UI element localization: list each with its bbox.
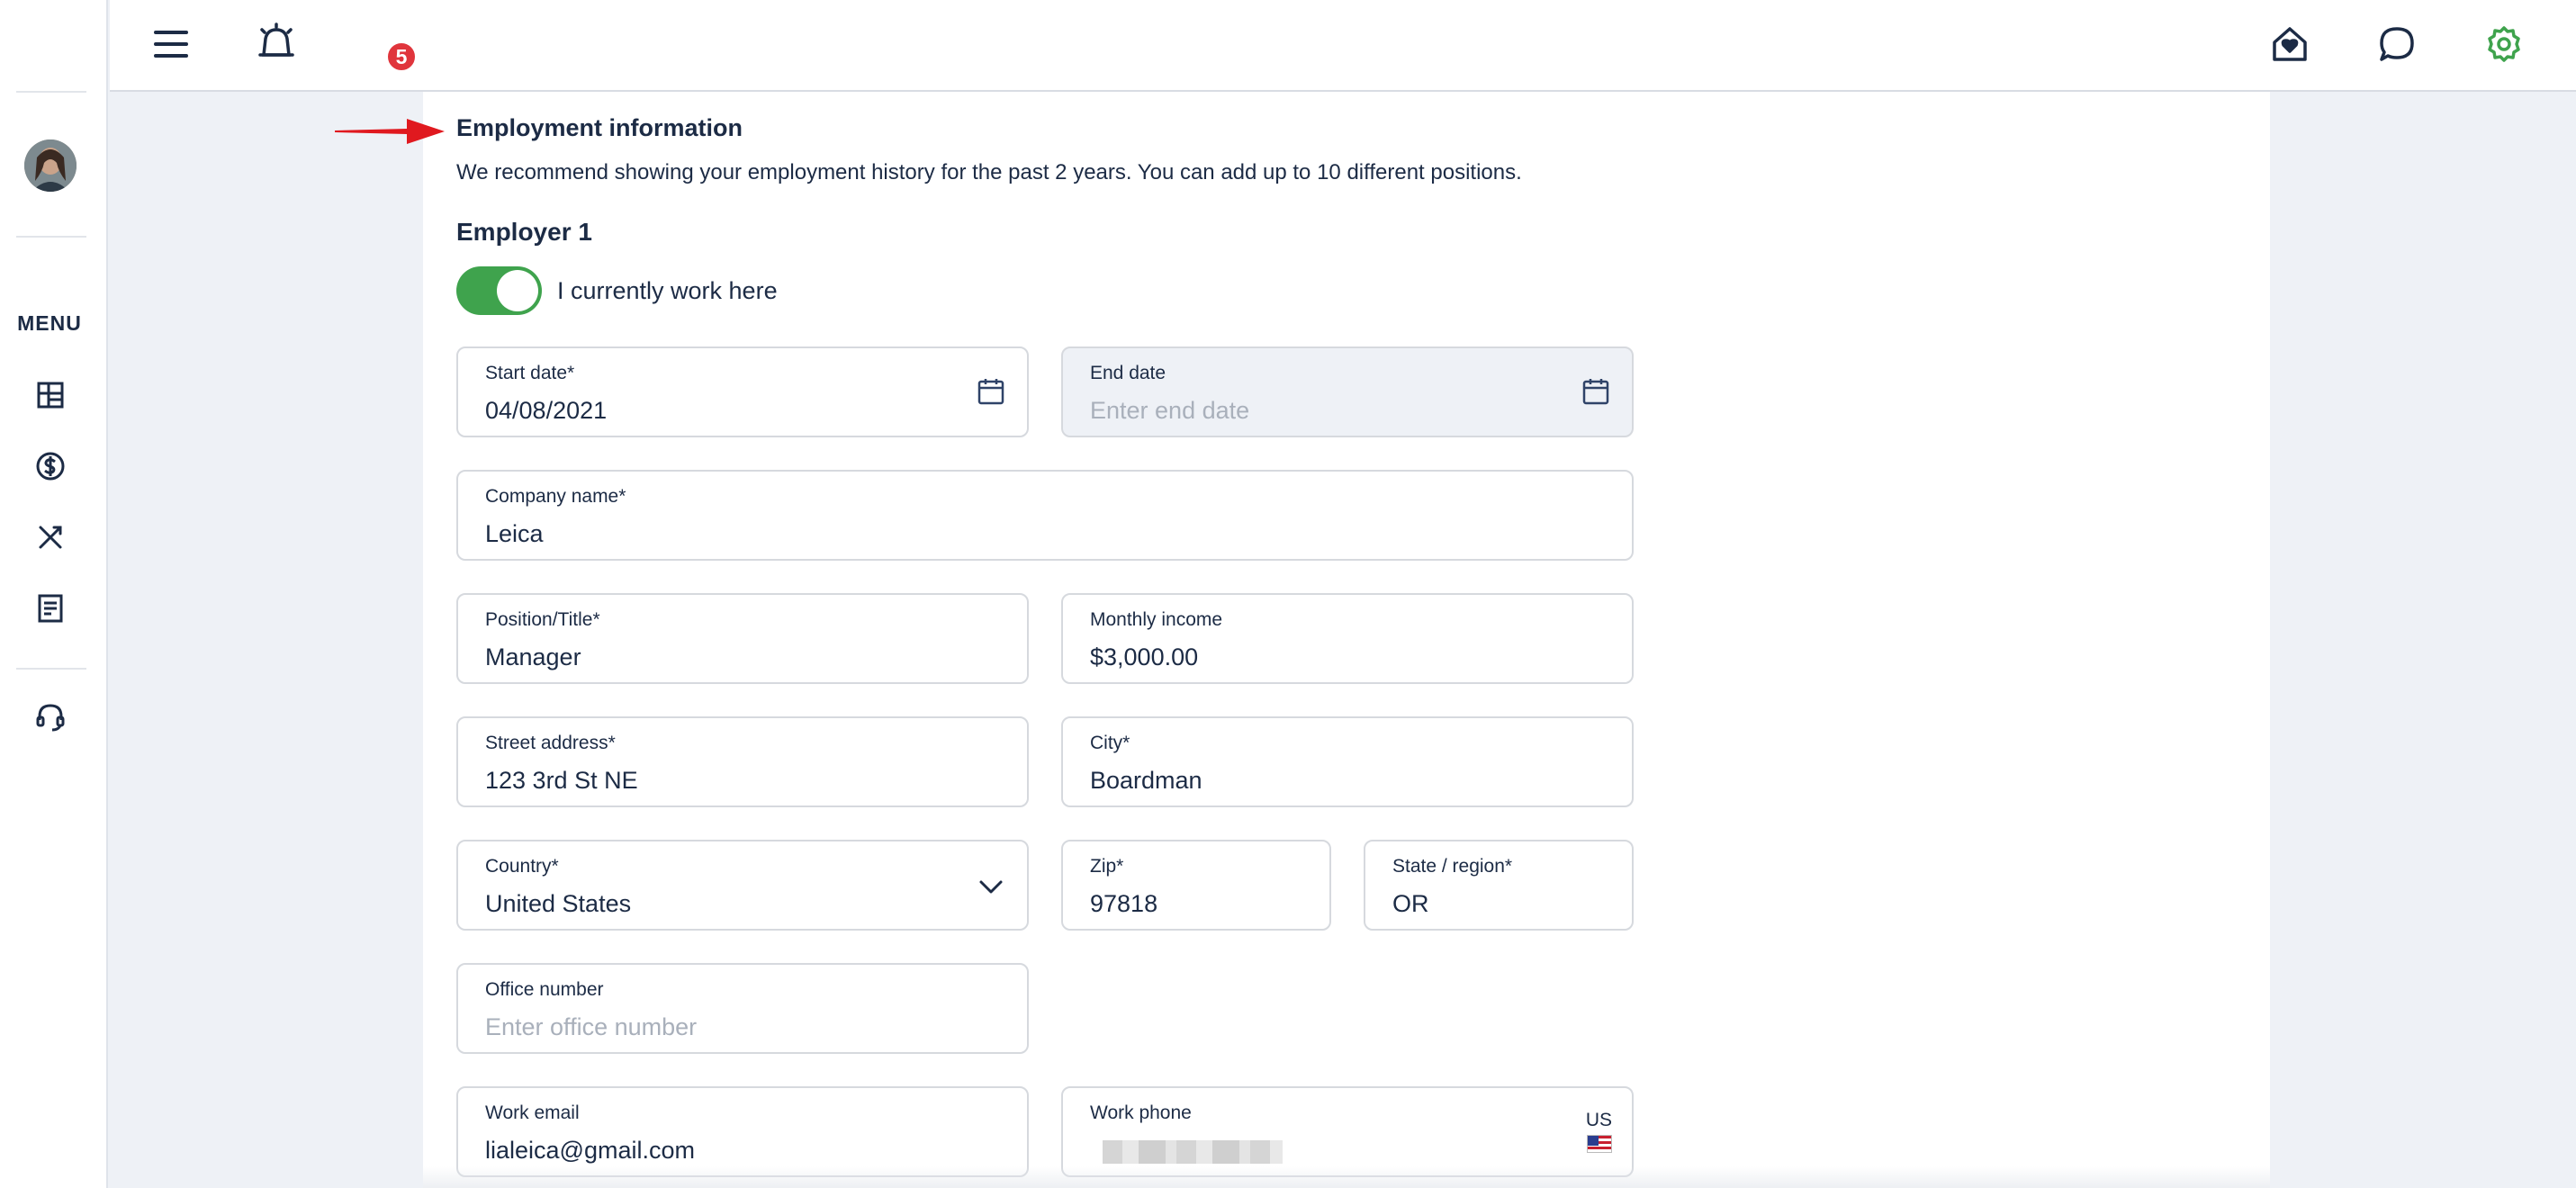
section-description: We recommend showing your employment his…: [456, 160, 1522, 184]
zip-value: 97818: [1090, 890, 1158, 917]
employer-title: Employer 1: [456, 218, 592, 246]
support-headset-icon[interactable]: [33, 700, 68, 734]
country-select[interactable]: Country* United States: [456, 840, 1029, 931]
redacted-phone-value: [1103, 1140, 1283, 1164]
dashboard-icon[interactable]: [33, 378, 68, 412]
street-address-value: 123 3rd St NE: [485, 767, 638, 794]
settings-gear-icon[interactable]: [2481, 22, 2526, 67]
monthly-income-value: $3,000.00: [1090, 644, 1199, 670]
hamburger-menu-icon[interactable]: [150, 23, 192, 65]
document-icon[interactable]: [33, 591, 68, 626]
work-email-field[interactable]: Work email lialeica@gmail.com: [456, 1086, 1029, 1177]
toggle-knob: [497, 270, 538, 311]
notification-count-badge: 5: [386, 41, 417, 72]
us-flag-icon[interactable]: [1587, 1135, 1612, 1153]
home-heart-icon[interactable]: [2267, 22, 2312, 67]
work-phone-label: Work phone: [1090, 1102, 1192, 1123]
end-date-field[interactable]: End date Enter end date: [1061, 346, 1634, 437]
company-name-label: Company name*: [485, 486, 626, 507]
position-title-field[interactable]: Position/Title* Manager: [456, 593, 1029, 684]
currently-work-here-label: I currently work here: [557, 277, 778, 304]
alarm-bell-icon[interactable]: [254, 20, 299, 65]
country-code-label[interactable]: US: [1586, 1110, 1612, 1131]
city-label: City*: [1090, 733, 1130, 753]
position-title-value: Manager: [485, 644, 581, 670]
company-name-field[interactable]: Company name* Leica: [456, 470, 1634, 561]
top-bar: 5: [110, 0, 2576, 92]
work-email-label: Work email: [485, 1102, 580, 1123]
state-region-field[interactable]: State / region* OR: [1364, 840, 1634, 931]
chevron-down-icon[interactable]: [975, 870, 1007, 903]
menu-label: MENU: [17, 311, 82, 335]
state-region-value: OR: [1392, 890, 1429, 917]
work-email-value: lialeica@gmail.com: [485, 1137, 695, 1164]
work-phone-field[interactable]: Work phone US: [1061, 1086, 1634, 1177]
start-date-value: 04/08/2021: [485, 397, 608, 424]
currently-work-here-toggle[interactable]: [456, 266, 542, 315]
right-background-panel: [2270, 92, 2576, 1188]
sidebar-divider: [16, 668, 86, 670]
calendar-icon[interactable]: [975, 375, 1007, 408]
red-arrow-annotation: [335, 113, 445, 154]
start-date-label: Start date*: [485, 363, 575, 383]
avatar[interactable]: [24, 140, 77, 192]
country-value: United States: [485, 890, 632, 917]
tools-icon[interactable]: [33, 520, 68, 554]
end-date-label: End date: [1090, 363, 1166, 383]
zip-label: Zip*: [1090, 856, 1124, 877]
sidebar-divider: [16, 236, 86, 238]
office-number-placeholder: Enter office number: [485, 1013, 698, 1040]
sidebar-divider: [16, 91, 86, 93]
sidebar: MENU: [0, 0, 108, 1188]
section-title: Employment information: [456, 114, 743, 141]
bottom-fade: [423, 1166, 2270, 1188]
start-date-field[interactable]: Start date* 04/08/2021: [456, 346, 1029, 437]
dollar-icon[interactable]: [33, 449, 68, 483]
street-address-field[interactable]: Street address* 123 3rd St NE: [456, 716, 1029, 807]
office-number-label: Office number: [485, 979, 604, 1000]
country-label: Country*: [485, 856, 559, 877]
monthly-income-field[interactable]: Monthly income $3,000.00: [1061, 593, 1634, 684]
office-number-field[interactable]: Office number Enter office number: [456, 963, 1029, 1054]
street-address-label: Street address*: [485, 733, 616, 753]
zip-field[interactable]: Zip* 97818: [1061, 840, 1331, 931]
monthly-income-label: Monthly income: [1090, 609, 1223, 630]
city-value: Boardman: [1090, 767, 1202, 794]
company-name-value: Leica: [485, 520, 544, 547]
state-region-label: State / region*: [1392, 856, 1513, 877]
chat-bubble-icon[interactable]: [2374, 22, 2419, 67]
position-title-label: Position/Title*: [485, 609, 600, 630]
end-date-placeholder: Enter end date: [1090, 397, 1250, 424]
calendar-icon[interactable]: [1580, 375, 1612, 408]
city-field[interactable]: City* Boardman: [1061, 716, 1634, 807]
